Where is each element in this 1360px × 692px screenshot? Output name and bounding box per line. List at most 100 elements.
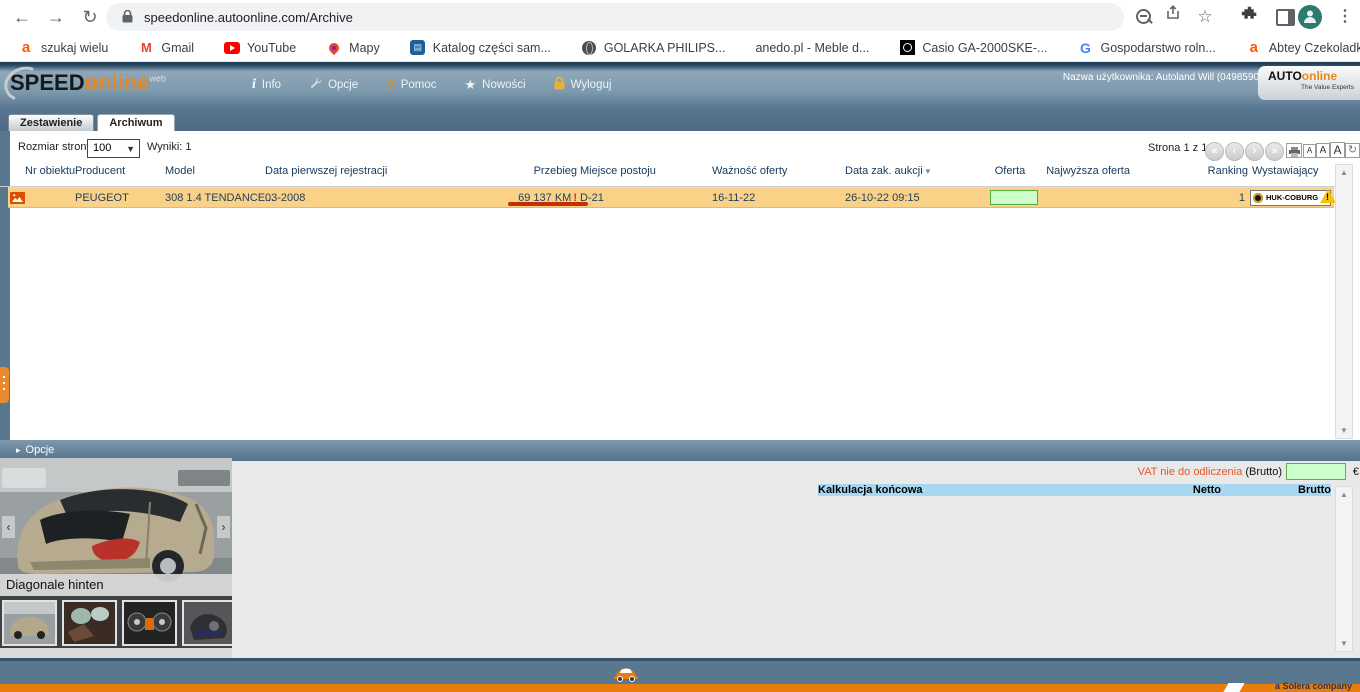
col-header-najwyższa-oferta[interactable]: Najwyższa oferta (1038, 166, 1130, 177)
font-size-large-button[interactable]: A (1330, 142, 1345, 158)
scroll-down-icon[interactable]: ▼ (1336, 426, 1352, 435)
bookmark-casio-ga-2000ske[interactable]: Casio GA-2000SKE-... (899, 40, 1047, 56)
bookmark-gospodarstwo-roln[interactable]: GGospodarstwo roln... (1077, 40, 1215, 56)
thumbnail-4[interactable] (182, 600, 237, 646)
tab-zestawienie[interactable]: Zestawienie (8, 114, 94, 131)
tab-archiwum[interactable]: Archiwum (97, 114, 174, 131)
cell-model: 308 1.4 TENDANCE... (165, 192, 274, 204)
options-toggle[interactable]: Opcje (16, 444, 54, 456)
sidebar-icon[interactable] (1276, 9, 1295, 26)
last-page-icon[interactable]: » (1265, 142, 1284, 161)
col-header-label: Najwyższa oferta (1046, 165, 1130, 177)
col-header-data-zak-aukcji[interactable]: Data zak. aukcji▾ (845, 166, 957, 177)
nav-nowości[interactable]: ★Nowości (464, 77, 525, 93)
app-nav: iInfo Opcje ?Pomoc ★Nowości Wyloguj (252, 77, 611, 93)
photo-prev-button[interactable]: ‹ (2, 516, 15, 538)
col-header-label: Ważność oferty (712, 165, 787, 177)
detail-scrollbar[interactable]: ▲ ▼ (1335, 486, 1353, 652)
photo-next-button[interactable]: › (217, 516, 230, 538)
car-icon (612, 667, 640, 688)
oferta-cell[interactable] (990, 190, 1038, 205)
table-header-row: Nr obiektuProducentModel Data pierwszej r… (0, 164, 1337, 187)
bookmark-gmail[interactable]: MGmail (138, 40, 194, 56)
col-header-ranking[interactable]: Ranking (1196, 166, 1248, 177)
nav-wyloguj[interactable]: Wyloguj (554, 77, 612, 93)
nav-label: Opcje (328, 79, 358, 91)
side-drawer-handle[interactable] (0, 367, 9, 403)
avatar[interactable] (1298, 5, 1322, 29)
nav-info[interactable]: iInfo (252, 77, 281, 93)
vat-currency: € (1353, 466, 1359, 478)
bookmark-label: szukaj wielu (41, 41, 108, 55)
lock-nav-icon (554, 77, 565, 93)
table-row[interactable]: PEUGEOT 308 1.4 TENDANCE... 03-2008 69 1… (8, 187, 1334, 208)
nav-opcje[interactable]: Opcje (309, 77, 358, 93)
bookmark-youtube[interactable]: YouTube (224, 40, 296, 56)
lock-icon (122, 10, 133, 28)
photo-indicator-icon (10, 191, 25, 209)
font-size-small-button[interactable]: A (1303, 144, 1316, 158)
allegro-a-icon: a (18, 40, 34, 56)
prev-page-icon[interactable]: ‹ (1225, 142, 1244, 161)
archive-content: Rozmiar strony 100▼ Wyniki: 1 Strona 1 z… (0, 131, 1360, 440)
bookmark-label: Abtey Czekoladki H... (1269, 41, 1360, 55)
maps-pin-icon (326, 40, 342, 56)
wrench-icon (309, 77, 322, 93)
bookmark-anedo-pl-meble-d[interactable]: anedo.pl - Meble d... (755, 41, 869, 55)
first-page-icon[interactable]: « (1205, 142, 1224, 161)
menu-icon[interactable]: ⋮ (1332, 5, 1358, 29)
star-icon[interactable]: ☆ (1192, 5, 1218, 29)
youtube-icon (224, 40, 240, 56)
back-icon[interactable]: ← (8, 3, 36, 31)
bookmark-abtey-czekoladki-h[interactable]: aAbtey Czekoladki H... (1246, 40, 1360, 56)
warning-icon[interactable] (1320, 189, 1336, 203)
bookmark-mapy[interactable]: Mapy (326, 40, 380, 56)
col-header-miejsce-postoju[interactable]: Miejsce postoju (580, 166, 672, 177)
table-scrollbar[interactable]: ▲ ▼ (1335, 164, 1353, 439)
forward-icon[interactable]: → (42, 3, 70, 31)
detail-panel: Opcje const data = JSON.parse(document.g… (0, 440, 1360, 658)
autoonline-logo: AUTOonline The Value Experts (1258, 66, 1360, 100)
col-header-data-pierwszej-rejestracji[interactable]: Data pierwszej rejestracji (265, 166, 445, 177)
huk-emblem-icon (1253, 193, 1263, 203)
page-size-select[interactable]: 100▼ (87, 139, 140, 158)
scroll-up-icon[interactable]: ▲ (1336, 490, 1352, 499)
bookmark-golarka-philips[interactable]: GOLARKA PHILIPS... (581, 40, 726, 56)
gmail-icon: M (138, 40, 154, 56)
nav-label: Wyloguj (571, 79, 612, 91)
col-header-wystawiający[interactable]: Wystawiający (1252, 166, 1336, 177)
nav-pomoc[interactable]: ?Pomoc (386, 77, 436, 93)
bookmark-katalog-części-sam[interactable]: ▤Katalog części sam... (410, 40, 551, 56)
col-header-model[interactable]: Model (165, 166, 261, 177)
print-icon[interactable] (1286, 143, 1302, 158)
scroll-down-icon[interactable]: ▼ (1336, 639, 1352, 648)
bookmark-label: Casio GA-2000SKE-... (922, 41, 1047, 55)
col-header-label: Oferta (995, 165, 1026, 177)
col-header-label: Ranking (1208, 165, 1248, 177)
font-size-medium-button[interactable]: A (1316, 143, 1330, 158)
zoom-icon[interactable] (1136, 9, 1151, 24)
next-page-icon[interactable]: › (1245, 142, 1264, 161)
col-header-przebieg[interactable]: Przebieg (455, 166, 577, 177)
col-header-label: Przebieg (534, 165, 577, 177)
col-header-producent[interactable]: Producent (75, 166, 165, 177)
cell-waznosc-oferty: 16-11-22 (712, 192, 755, 204)
nav-label: Info (262, 79, 281, 91)
col-header-label: Nr obiektu (25, 165, 75, 177)
col-header-ważność-oferty[interactable]: Ważność oferty (712, 166, 816, 177)
reload-icon[interactable]: ↻ (76, 3, 104, 31)
scroll-up-icon[interactable]: ▲ (1336, 168, 1352, 177)
thumbnail-3[interactable] (122, 600, 177, 646)
nav-label: Nowości (482, 79, 525, 91)
cell-ranking: 1 (1175, 192, 1245, 204)
refresh-icon[interactable]: ↻ (1345, 143, 1360, 158)
address-bar[interactable]: speedonline.autoonline.com/Archive (106, 3, 1124, 31)
thumbnail-2[interactable] (62, 600, 117, 646)
footer-band (0, 661, 1360, 684)
extensions-icon[interactable] (1236, 5, 1262, 29)
thumbnail-1[interactable] (2, 600, 57, 646)
share-icon[interactable] (1160, 5, 1186, 29)
col-header-nr-obiektu[interactable]: Nr obiektu (25, 166, 77, 177)
vat-input[interactable] (1286, 463, 1346, 480)
bookmark-szukaj-wielu[interactable]: a szukaj wielu (18, 40, 108, 56)
